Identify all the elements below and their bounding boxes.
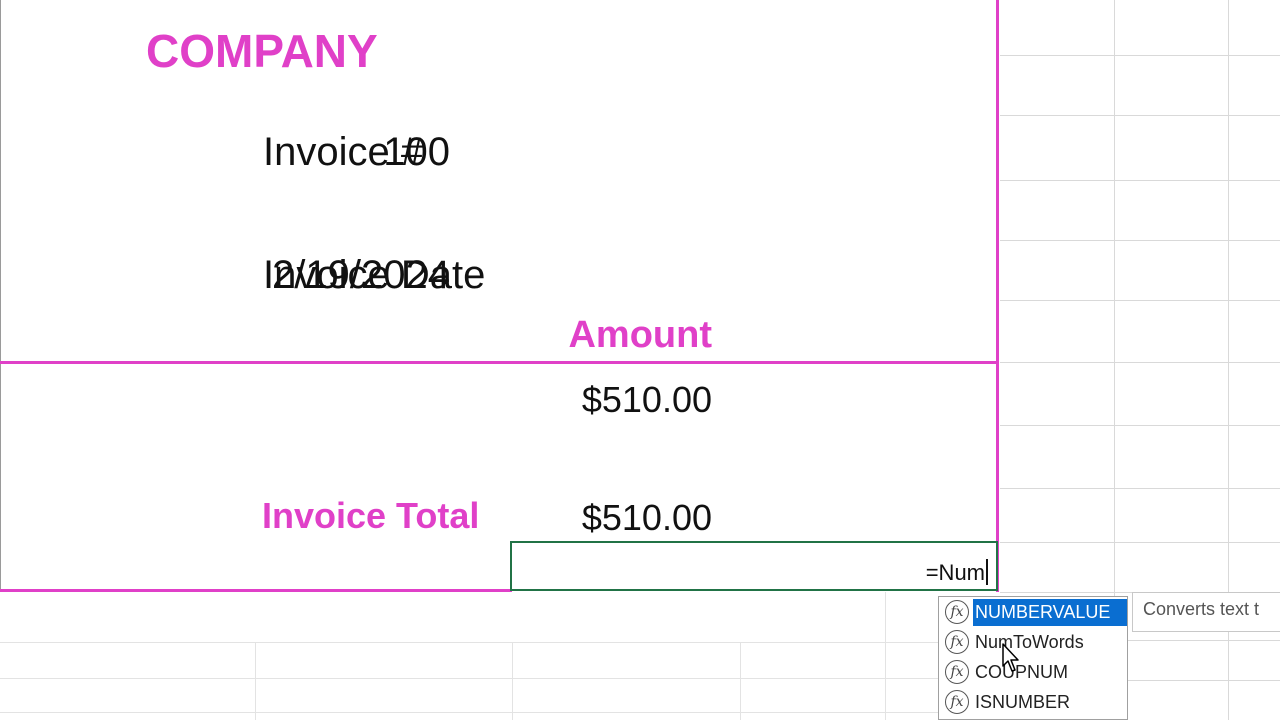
function-icon: fx xyxy=(945,630,969,654)
grid-column-line xyxy=(885,592,886,720)
grid-row-line xyxy=(1000,240,1280,241)
active-cell[interactable]: =Num xyxy=(510,541,998,591)
amount-header[interactable]: Amount xyxy=(568,316,712,354)
autocomplete-item-numtowords[interactable]: fx NumToWords xyxy=(939,627,1127,657)
function-icon: fx xyxy=(945,660,969,684)
grid-row-line xyxy=(1000,55,1280,56)
invoice-total-label[interactable]: Invoice Total xyxy=(262,498,479,534)
grid-column-line xyxy=(512,642,513,720)
company-name[interactable]: COMPANY xyxy=(146,28,378,74)
function-icon: fx xyxy=(945,600,969,624)
grid-column-line xyxy=(740,642,741,720)
autocomplete-item-isnumber[interactable]: fx ISNUMBER xyxy=(939,687,1127,717)
grid-row-line xyxy=(1000,115,1280,116)
invoice-total-value[interactable]: $510.00 xyxy=(582,500,712,536)
invoice-left-border xyxy=(0,0,1,592)
invoice-bottom-border xyxy=(0,589,512,592)
autocomplete-item-coupnum[interactable]: fx COUPNUM xyxy=(939,657,1127,687)
grid-row-line xyxy=(1000,180,1280,181)
autocomplete-item-numbervalue[interactable]: fx NUMBERVALUE xyxy=(939,597,1127,627)
grid-row-line xyxy=(1000,542,1280,543)
autocomplete-item-label: COUPNUM xyxy=(975,661,1068,682)
invoice-divider xyxy=(0,361,999,364)
function-icon: fx xyxy=(945,690,969,714)
formula-text: =Num xyxy=(925,560,985,585)
grid-row-line xyxy=(1000,362,1280,363)
autocomplete-item-label: NumToWords xyxy=(975,631,1084,652)
invoice-number-value[interactable]: 100 xyxy=(383,132,450,172)
formula-autocomplete-list[interactable]: fx NUMBERVALUE fx NumToWords fx COUPNUM … xyxy=(938,596,1128,720)
autocomplete-item-label: ISNUMBER xyxy=(975,691,1071,712)
line-amount[interactable]: $510.00 xyxy=(582,382,712,418)
grid-row-line xyxy=(0,642,938,643)
function-tooltip: Converts text t xyxy=(1132,592,1280,632)
grid-row-line xyxy=(1000,300,1280,301)
cell-formula-input[interactable]: =Num xyxy=(926,559,988,586)
autocomplete-item-label: NUMBERVALUE xyxy=(973,598,1127,626)
mouse-pointer-icon xyxy=(1002,643,1019,672)
invoice-area: COMPANY Invoice # 100 Invoice Date 2/19/… xyxy=(0,0,1000,592)
text-cursor xyxy=(986,559,988,585)
grid-column-line xyxy=(255,642,256,720)
grid-row-line xyxy=(0,678,938,679)
grid-row-line xyxy=(1000,425,1280,426)
invoice-right-border xyxy=(996,0,999,592)
grid-row-line xyxy=(1000,488,1280,489)
invoice-date-value[interactable]: 2/19/2024 xyxy=(272,255,450,295)
grid-row-line xyxy=(0,712,938,713)
